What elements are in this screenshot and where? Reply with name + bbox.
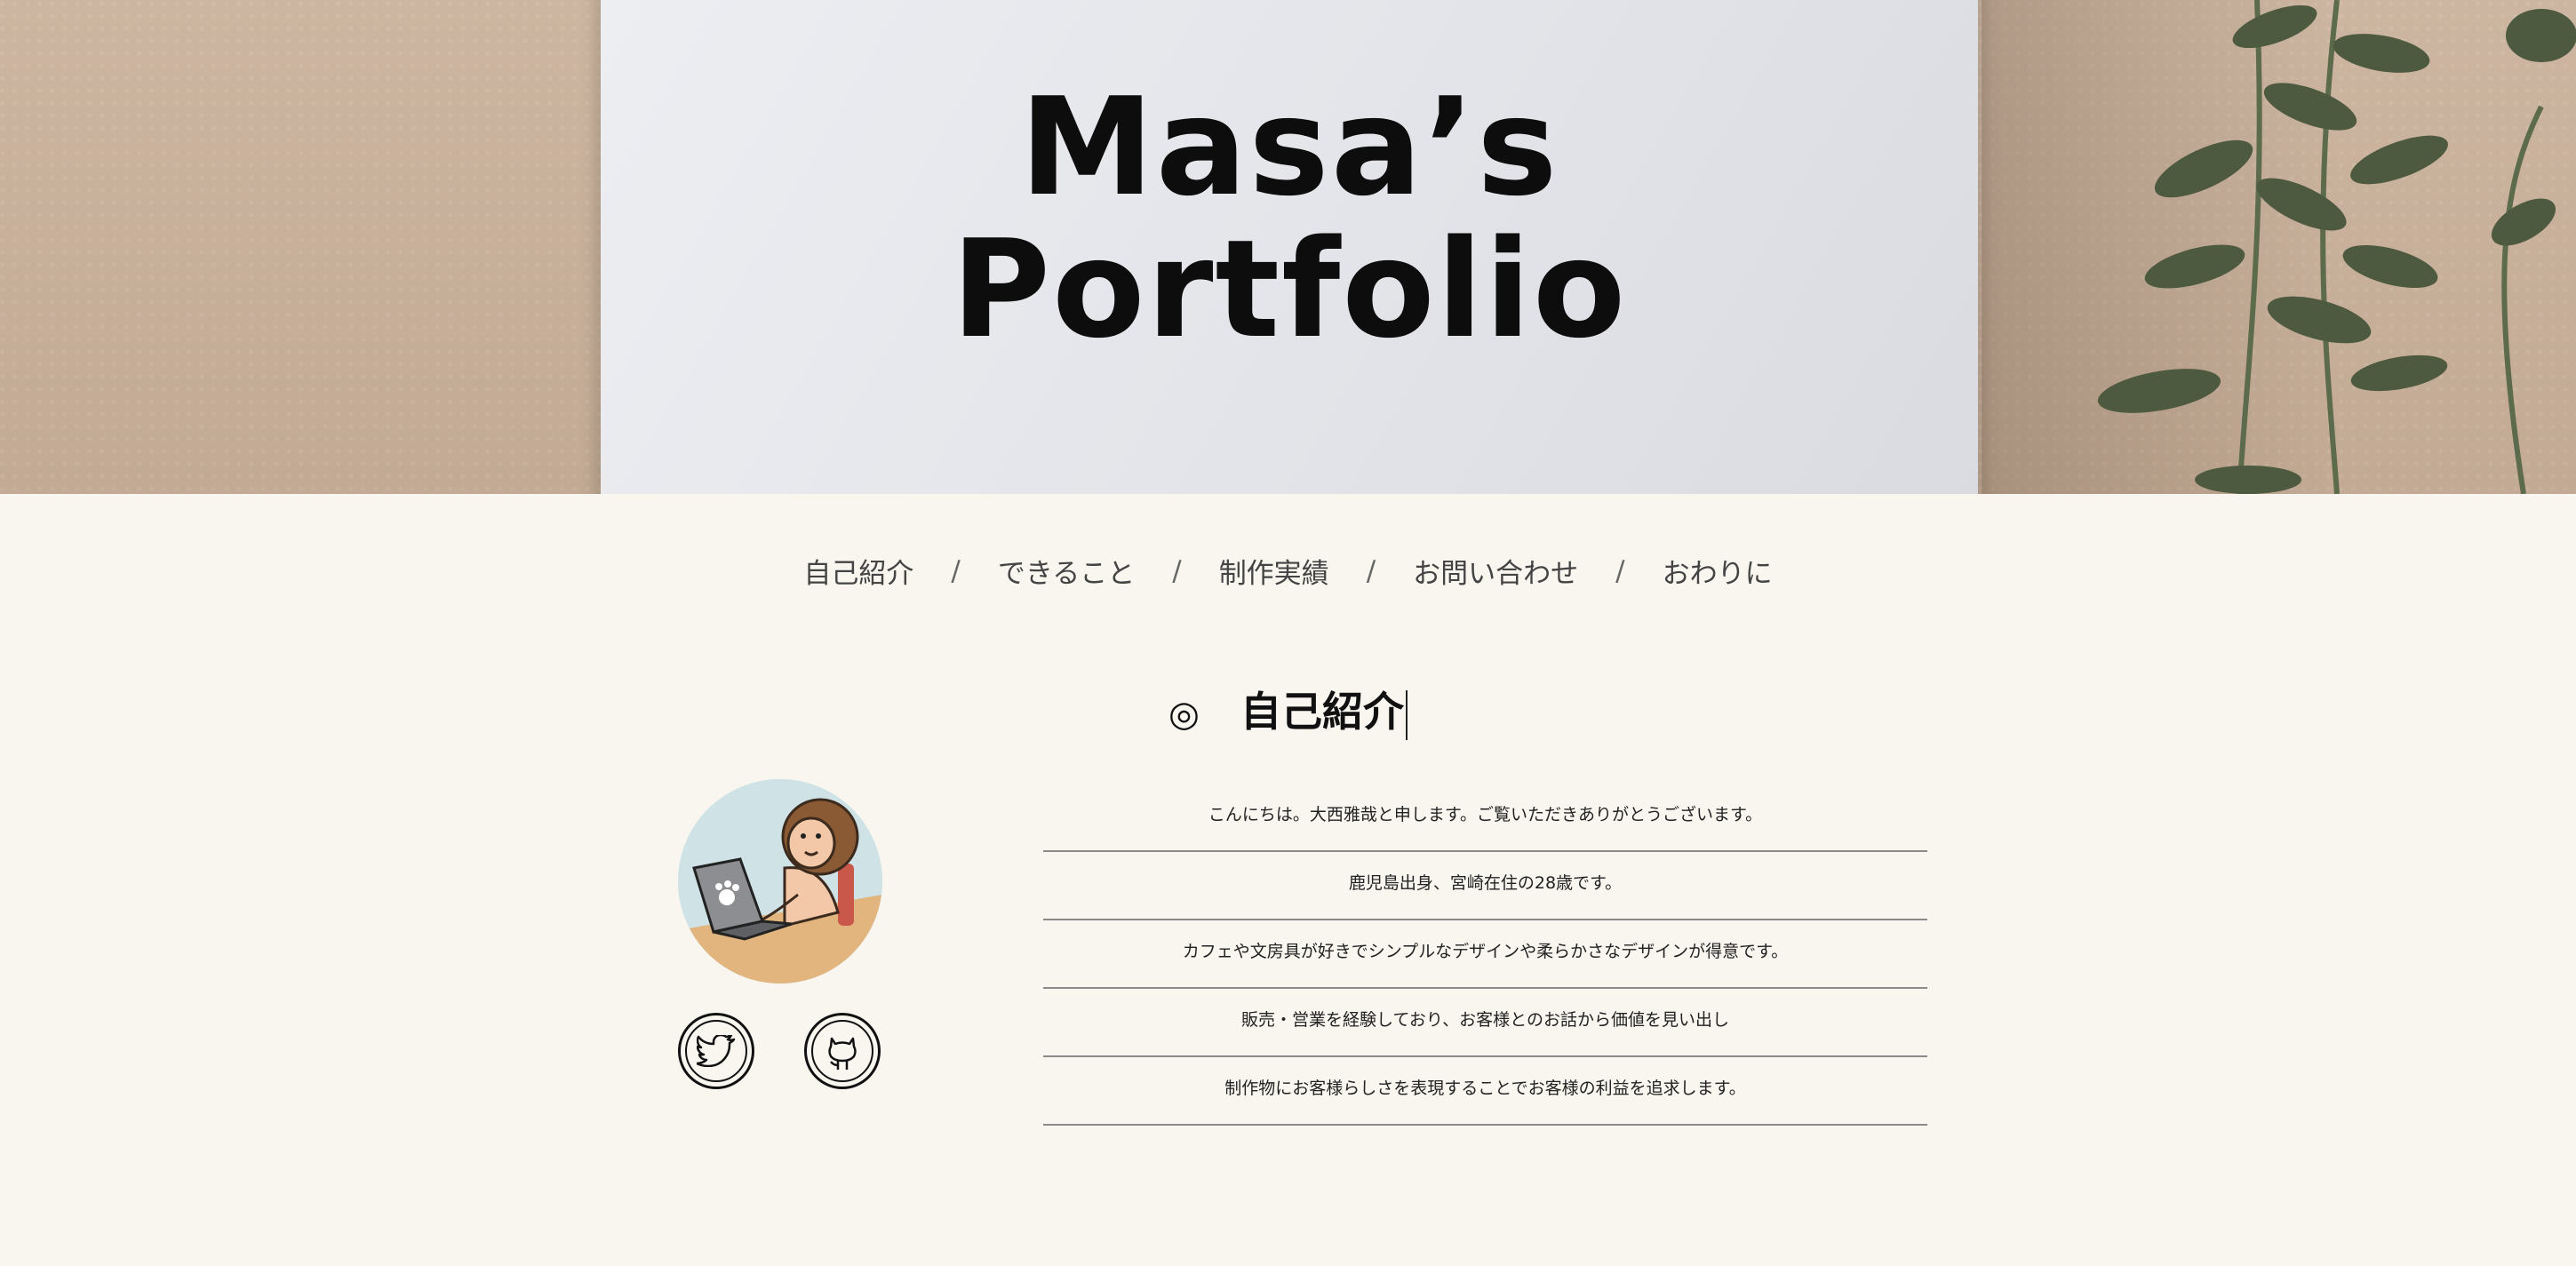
nav-separator: / — [1172, 554, 1182, 587]
twitter-ring — [685, 1020, 747, 1082]
nav-item-works[interactable]: 制作実績 — [1207, 551, 1342, 591]
hero-title: Masa’s Portfolio — [601, 76, 1978, 361]
double-circle-icon: ◎ — [1168, 694, 1200, 736]
main-nav: 自己紹介 / できること / 制作実績 / お問い合わせ / おわりに — [0, 551, 2576, 591]
section-title-text: 自己紹介 — [1240, 688, 1404, 737]
nav-separator: / — [1366, 554, 1376, 587]
github-ring — [811, 1020, 873, 1082]
hero-banner: Masa’s Portfolio — [0, 0, 2576, 494]
nav-item-about[interactable]: 自己紹介 — [791, 551, 926, 591]
nav-item-contact[interactable]: お問い合わせ — [1400, 551, 1591, 591]
avatar — [678, 779, 882, 983]
intro-line: 鹿児島出身、宮崎在住の28歳です。 — [1043, 852, 1927, 920]
nav-item-closing[interactable]: おわりに — [1650, 551, 1785, 591]
intro-line: こんにちは。大西雅哉と申します。ご覧いただきありがとうございます。 — [1043, 784, 1927, 852]
hero-title-line2: Portfolio — [951, 211, 1628, 368]
section-title: ◎ 自己紹介 — [0, 680, 2576, 740]
nav-separator: / — [951, 554, 961, 587]
nav-item-skills[interactable]: できること — [985, 551, 1147, 591]
hero-title-line1: Masa’s — [1019, 68, 1559, 226]
twitter-link[interactable] — [678, 1013, 754, 1089]
github-link[interactable] — [804, 1013, 881, 1089]
intro-line: カフェや文房具が好きでシンプルなデザインや柔らかさなデザインが得意です。 — [1043, 920, 1927, 989]
text-caret — [1405, 689, 1408, 740]
lion-with-laptop-illustration — [678, 779, 882, 983]
twitter-icon — [697, 1035, 736, 1067]
intro-line: 制作物にお客様らしさを表現することでお客様の利益を追求します。 — [1043, 1057, 1927, 1126]
intro-line: 販売・営業を経験しており、お客様とのお話から価値を見い出し — [1043, 989, 1927, 1057]
github-icon — [828, 1037, 857, 1070]
intro-list: こんにちは。大西雅哉と申します。ご覧いただきありがとうございます。 鹿児島出身、… — [1043, 784, 1927, 1126]
eucalyptus-plant-icon — [2097, 0, 2576, 494]
nav-separator: / — [1615, 554, 1625, 587]
